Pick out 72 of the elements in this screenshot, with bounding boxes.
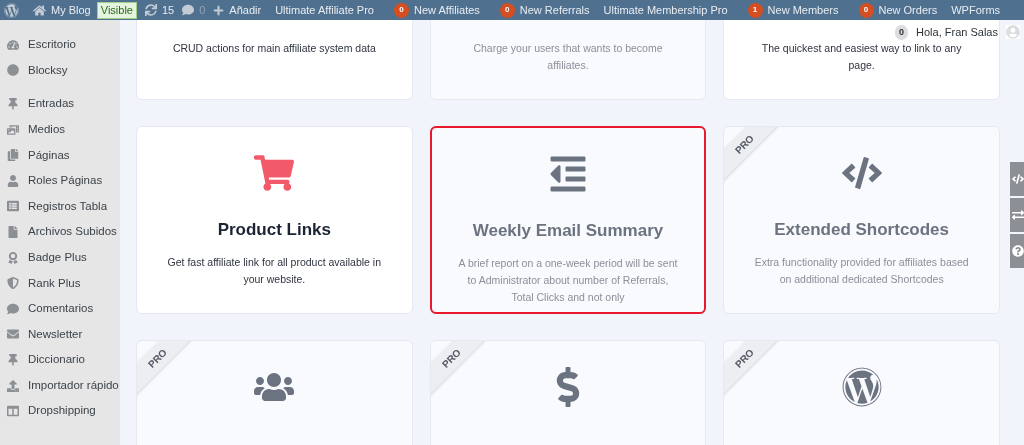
help-icon	[1012, 245, 1024, 257]
card-description: The quickest and easiest way to link to any page.	[760, 41, 963, 73]
upload-icon	[7, 379, 19, 392]
side-tab[interactable]	[1010, 162, 1024, 196]
module-card[interactable]: Product Links Get fast affiliate link for all product available in your website.	[136, 126, 413, 314]
count-badge: 0	[858, 2, 874, 18]
toolbar-link[interactable]: WPForms	[951, 1, 1001, 19]
pin-icon	[7, 98, 19, 110]
card-description: CRUD actions for main affiliate system data	[172, 41, 376, 56]
greeting-text: Hola, Fran Salas	[916, 25, 998, 40]
arrows-icon	[1012, 209, 1024, 221]
card-title: Product Links	[217, 219, 331, 237]
comment-icon	[7, 302, 19, 315]
toolbar-link[interactable]: New Orders	[878, 1, 938, 19]
toolbar-link[interactable]: New Referrals	[519, 1, 590, 19]
pin-icon	[7, 353, 19, 366]
media-icon	[7, 123, 19, 136]
file-icon	[7, 225, 19, 238]
sidebar-item[interactable]: Medios	[0, 116, 120, 143]
card-description: A brief report on a one-week period will be sent to Administrator about number of Referrals, Total Clicks and not only	[457, 256, 679, 305]
card-description: Charge your users that wants to become affiliates.	[472, 41, 664, 73]
comment-icon	[182, 4, 195, 16]
cart-icon	[254, 153, 295, 193]
sidebar-item[interactable]: Diccionario	[0, 347, 120, 373]
dashboard-icon	[7, 38, 19, 51]
wordpress-icon[interactable]	[4, 2, 19, 18]
sidebar-item[interactable]: Importador rápido	[0, 372, 120, 399]
wordpress-icon	[841, 367, 882, 407]
sidebar-item[interactable]: Entradas	[0, 91, 120, 117]
sidebar-item[interactable]: Newsletter	[0, 321, 120, 348]
award-icon	[7, 251, 19, 264]
toolbar-link[interactable]: Ultimate Affiliate Pro	[275, 1, 374, 19]
new-link[interactable]: Añadir	[213, 1, 262, 19]
sidebar-item[interactable]: Roles Páginas	[0, 167, 120, 194]
outdent-icon	[548, 154, 588, 194]
updates-link[interactable]: 15	[144, 1, 175, 19]
toolbar-link[interactable]: New Members	[767, 1, 839, 19]
module-card[interactable]: Weekly Email Summary A brief report on a one-week period will be sent to Administrator about number of Referrals, Total Clicks and not only	[429, 126, 707, 314]
toolbar-link[interactable]: New Affiliates	[414, 1, 480, 19]
plus-icon	[213, 4, 225, 16]
sidebar-item[interactable]: Registros Tabla	[0, 193, 120, 220]
count-badge: 0	[499, 2, 515, 18]
refresh-icon	[144, 4, 157, 16]
card-title: Extended Shortcodes	[774, 219, 950, 237]
side-tab[interactable]	[1010, 198, 1024, 232]
sidebar-item[interactable]: Dropshipping	[0, 398, 120, 424]
pages-icon	[7, 149, 19, 162]
visibility-badge: Visible	[96, 1, 137, 19]
sidebar-item[interactable]: Escritorio	[0, 32, 120, 58]
module-card[interactable]: CRUD actions for main affiliate system data	[136, 20, 413, 100]
sidebar-item[interactable]: Páginas	[0, 142, 120, 168]
layout-icon	[7, 405, 19, 418]
site-link[interactable]: My Blog	[33, 1, 91, 19]
user-icon	[7, 174, 19, 187]
card-description: Extra functionality provided for affiliates based on additional dedicated Shortcodes	[753, 255, 970, 287]
code-icon	[1012, 173, 1024, 185]
sidebar-item[interactable]: Comentarios	[0, 295, 120, 322]
sidebar-item[interactable]: Blocksy	[0, 57, 120, 84]
shield-icon	[7, 277, 19, 290]
sidebar-item[interactable]: Badge Plus	[0, 244, 120, 271]
sidebar-item[interactable]: Archivos Subidos	[0, 219, 120, 245]
toolbar-link[interactable]: Ultimate Membership Pro	[603, 1, 728, 19]
sidebar-item[interactable]: Rank Plus	[0, 270, 120, 296]
list-icon	[7, 200, 19, 213]
home-icon	[33, 3, 46, 17]
avatar-icon	[1006, 25, 1020, 40]
help-tab[interactable]	[1010, 234, 1024, 268]
count-badge: 1	[747, 2, 763, 18]
card-title: Weekly Email Summary	[472, 220, 664, 238]
card-description: Get fast affiliate link for all product available in your website.	[166, 255, 383, 287]
count-badge: 0	[394, 2, 409, 18]
envelope-icon	[7, 328, 19, 341]
